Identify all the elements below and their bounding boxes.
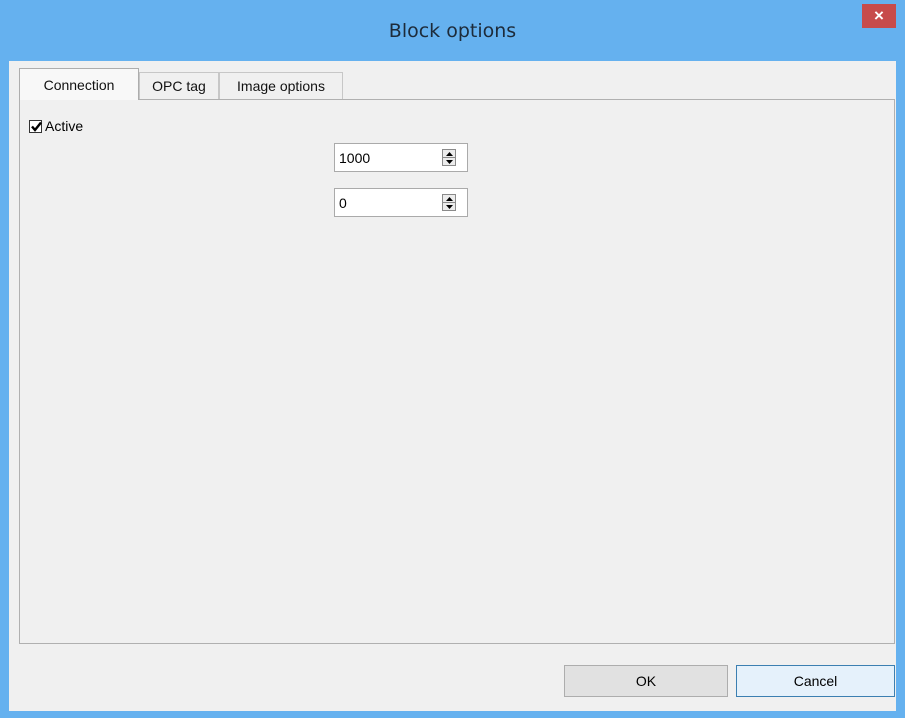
active-checkbox[interactable] bbox=[29, 119, 42, 133]
dialog-client-area: Connection OPC tag Image options Active bbox=[9, 61, 896, 711]
arrow-down-icon bbox=[445, 159, 453, 164]
active-label: Active bbox=[45, 118, 84, 134]
title-bar[interactable]: Block options × bbox=[0, 0, 905, 62]
stepper-2-up-button[interactable] bbox=[442, 194, 456, 203]
connection-tab-panel: Active bbox=[19, 99, 895, 644]
numeric-field-1[interactable] bbox=[339, 148, 434, 167]
arrow-up-icon bbox=[445, 196, 453, 201]
stepper-1-buttons bbox=[442, 149, 456, 166]
close-button[interactable]: × bbox=[862, 4, 896, 28]
arrow-up-icon bbox=[445, 151, 453, 156]
arrow-down-icon bbox=[445, 204, 453, 209]
ok-button[interactable]: OK bbox=[564, 665, 728, 697]
close-icon: × bbox=[874, 6, 884, 25]
tab-opc-tag[interactable]: OPC tag bbox=[139, 72, 219, 99]
stepper-1-down-button[interactable] bbox=[442, 158, 456, 166]
stepper-2-down-button[interactable] bbox=[442, 203, 456, 211]
checkmark-icon bbox=[31, 121, 42, 132]
block-options-window: Block options × Connection OPC tag Image… bbox=[0, 0, 905, 718]
active-checkbox-row[interactable]: Active bbox=[29, 118, 83, 134]
stepper-2-buttons bbox=[442, 194, 456, 211]
numeric-field-2[interactable] bbox=[339, 193, 434, 212]
window-title: Block options bbox=[388, 20, 517, 42]
numeric-stepper-2[interactable] bbox=[334, 188, 468, 217]
stepper-1-up-button[interactable] bbox=[442, 149, 456, 158]
tab-image-options[interactable]: Image options bbox=[219, 72, 343, 99]
tab-connection[interactable]: Connection bbox=[19, 68, 139, 100]
cancel-button[interactable]: Cancel bbox=[736, 665, 895, 697]
numeric-stepper-1[interactable] bbox=[334, 143, 468, 172]
